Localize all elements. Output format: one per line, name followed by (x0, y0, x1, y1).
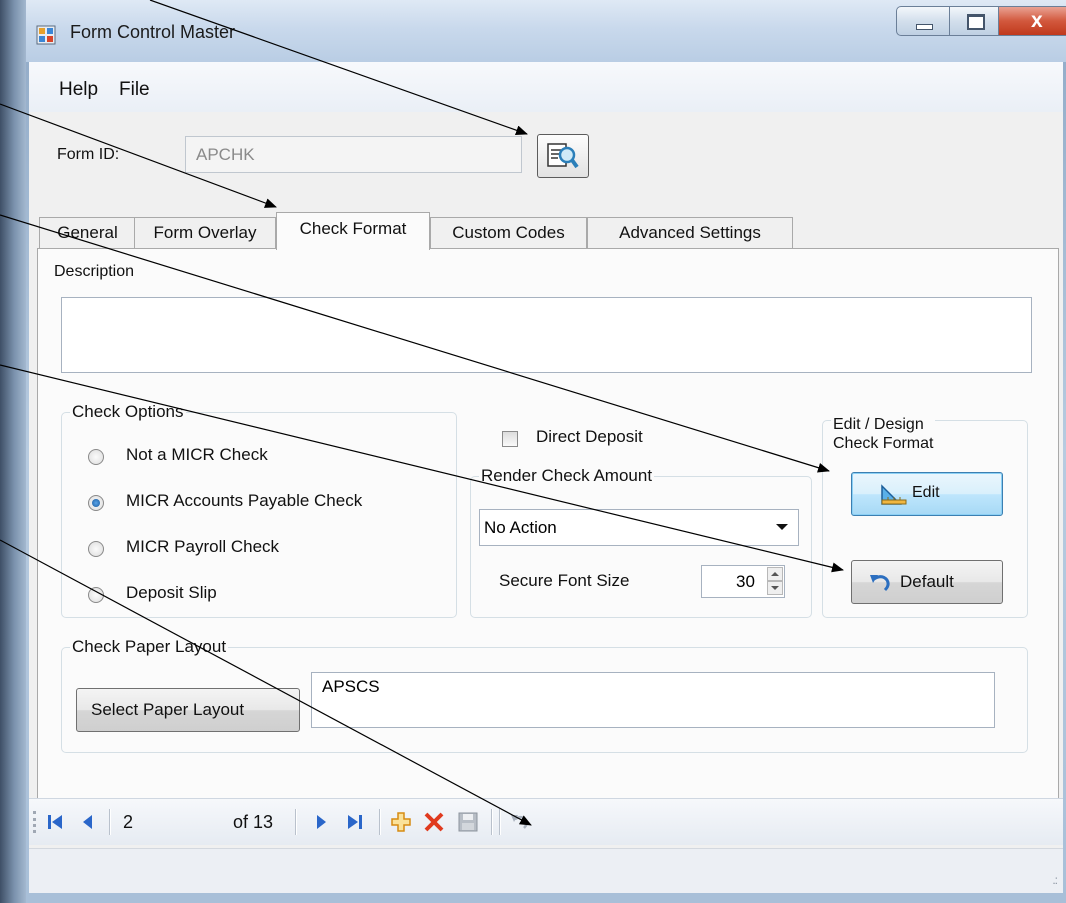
radio-micr-ap-label[interactable]: MICR Accounts Payable Check (126, 491, 362, 511)
secure-font-size-stepper[interactable]: 30 (701, 565, 785, 598)
close-icon: x (1031, 9, 1043, 32)
lookup-button[interactable] (537, 134, 589, 178)
toolstrip-separator (491, 809, 493, 835)
edit-button[interactable]: Edit (851, 472, 1003, 516)
menu-bar: Help File (29, 62, 1063, 112)
edit-design-title-line1: Edit / Design (833, 416, 924, 433)
radio-not-micr-label[interactable]: Not a MICR Check (126, 445, 268, 465)
default-button-label: Default (900, 572, 954, 591)
maximize-button[interactable] (949, 6, 999, 36)
form-id-input[interactable]: APCHK (185, 136, 522, 173)
secure-font-size-label: Secure Font Size (499, 571, 630, 590)
render-amount-value: No Action (484, 518, 557, 537)
form-id-label: Form ID: (57, 146, 120, 163)
direct-deposit-label[interactable]: Direct Deposit (536, 427, 643, 447)
maximize-icon (967, 14, 985, 30)
check-options-group: Check Options Not a MICR Check MICR Acco… (61, 402, 457, 618)
lookup-icon (547, 143, 579, 169)
description-label: Description (54, 263, 135, 280)
default-button[interactable]: Default (851, 560, 1003, 604)
spin-up-button[interactable] (767, 567, 783, 581)
paper-layout-input[interactable]: APSCS (311, 672, 995, 728)
tab-form-overlay[interactable]: Form Overlay (134, 217, 276, 249)
tab-general[interactable]: General (39, 217, 136, 249)
radio-micr-ap[interactable] (88, 495, 104, 511)
paper-layout-value: APSCS (322, 677, 380, 696)
toolstrip-separator (379, 809, 381, 835)
direct-deposit-checkbox[interactable] (502, 431, 518, 447)
check-options-title: Check Options (70, 402, 186, 422)
position-input[interactable]: 2 (123, 812, 133, 833)
application-window: Form Control Master x Help File Form ID:… (0, 0, 1066, 903)
toolstrip-grip (33, 811, 39, 833)
tab-advanced-settings[interactable]: Advanced Settings (587, 217, 793, 249)
move-first-icon[interactable] (47, 813, 63, 831)
select-paper-layout-label: Select Paper Layout (91, 700, 245, 719)
record-count: of 13 (233, 812, 274, 832)
status-bar: .: (29, 848, 1063, 893)
resize-grip-icon[interactable]: .: (1052, 873, 1058, 887)
radio-not-micr[interactable] (88, 449, 104, 465)
move-next-icon[interactable] (316, 813, 328, 831)
radio-deposit-slip-label[interactable]: Deposit Slip (126, 583, 217, 603)
form-id-value: APCHK (196, 145, 255, 164)
toolstrip-separator (109, 809, 111, 835)
menu-help[interactable]: Help (59, 79, 98, 101)
spin-down-icon (771, 586, 779, 590)
add-new-icon[interactable] (390, 811, 412, 833)
radio-micr-payroll[interactable] (88, 541, 104, 557)
move-previous-icon[interactable] (81, 813, 93, 831)
edit-design-group: Edit / Design Check Format Edit Default (822, 415, 1028, 618)
form-client-area: Help File Form ID: APCHK General Form Ov… (29, 62, 1063, 893)
undo-icon (870, 575, 890, 592)
render-check-amount-title: Render Check Amount (479, 466, 655, 486)
undo-toolbar-icon[interactable] (510, 812, 530, 832)
save-icon[interactable] (457, 811, 479, 833)
toolstrip-separator (295, 809, 297, 835)
delete-icon[interactable] (423, 811, 445, 833)
render-amount-select[interactable]: No Action (479, 509, 799, 546)
toolstrip-separator (499, 809, 501, 835)
spin-up-icon (771, 572, 779, 576)
move-last-icon[interactable] (347, 813, 363, 831)
close-button[interactable]: x (998, 6, 1066, 36)
tab-custom-codes[interactable]: Custom Codes (430, 217, 587, 249)
window-title: Form Control Master (70, 22, 236, 42)
chevron-down-icon (776, 524, 788, 530)
tab-check-format[interactable]: Check Format (276, 212, 430, 250)
select-paper-layout-button[interactable]: Select Paper Layout (76, 688, 300, 732)
spin-down-button[interactable] (767, 581, 783, 595)
edit-design-title: Edit / Design Check Format (831, 415, 936, 453)
menu-file[interactable]: File (119, 79, 150, 101)
render-check-amount-group: Render Check Amount No Action Secure Fon… (470, 466, 812, 618)
minimize-button[interactable] (896, 6, 950, 36)
radio-deposit-slip[interactable] (88, 587, 104, 603)
edit-design-title-line2: Check Format (833, 435, 934, 452)
radio-micr-payroll-label[interactable]: MICR Payroll Check (126, 537, 279, 557)
edit-ruler-icon (881, 484, 907, 505)
check-format-tab-page: Description Check Options Not a MICR Che… (37, 248, 1059, 828)
edit-button-label: Edit (912, 484, 940, 501)
minimize-icon (916, 24, 933, 30)
window-frame-left (0, 0, 26, 903)
check-paper-layout-title: Check Paper Layout (70, 637, 229, 657)
window-icon (36, 25, 56, 45)
binding-navigator: 2 of 13 (29, 798, 1063, 845)
title-bar[interactable]: Form Control Master x (26, 0, 1066, 62)
description-input[interactable] (61, 297, 1032, 373)
check-paper-layout-group: Check Paper Layout Select Paper Layout A… (61, 637, 1028, 753)
secure-font-size-value: 30 (736, 572, 755, 591)
